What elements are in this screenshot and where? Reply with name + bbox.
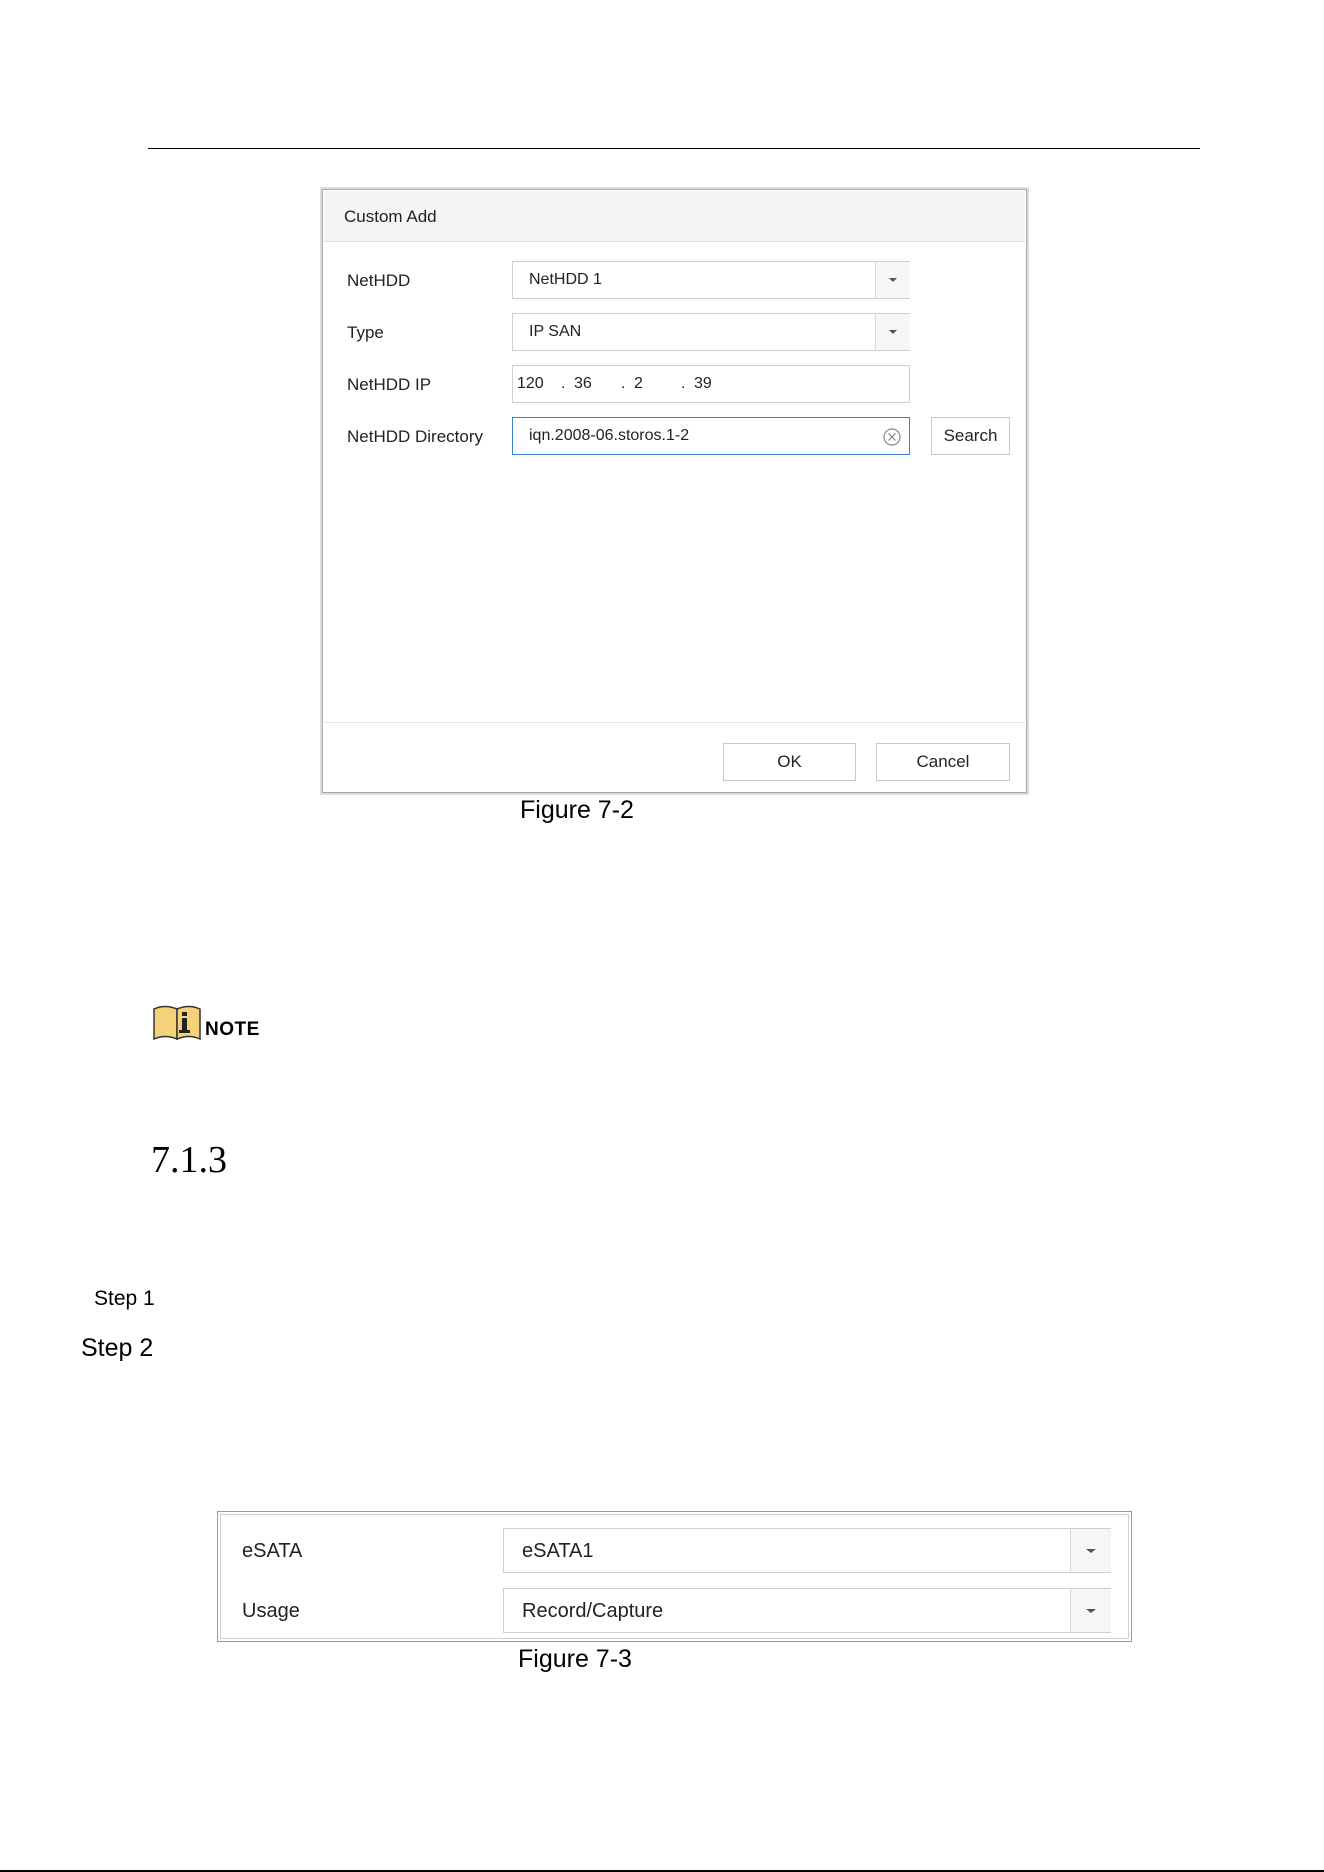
ip-octet-3[interactable]: 2: [634, 375, 643, 393]
type-label: Type: [347, 323, 384, 342]
nethdd-directory-input[interactable]: iqn.2008-06.storos.1-2: [512, 417, 910, 455]
chevron-down-icon: [1086, 1609, 1096, 1613]
usage-select[interactable]: Record/Capture: [503, 1588, 1111, 1633]
chevron-down-icon: [889, 278, 897, 282]
esata-settings-panel: eSATA eSATA1 Usage Record/Capture: [217, 1511, 1132, 1642]
custom-add-dialog: Custom Add NetHDD NetHDD 1 Type IP SAN N…: [322, 189, 1027, 793]
esata-label: eSATA: [242, 1540, 303, 1562]
ip-dot: .: [681, 375, 686, 392]
nethdd-directory-value: iqn.2008-06.storos.1-2: [529, 427, 690, 444]
search-button[interactable]: Search: [931, 417, 1010, 455]
ip-dot: .: [621, 375, 626, 392]
type-dropdown-button[interactable]: [875, 314, 910, 350]
step-1-label: Step 1: [94, 1287, 155, 1310]
nethdd-ip-label: NetHDD IP: [347, 375, 432, 394]
nethdd-select[interactable]: NetHDD 1: [512, 261, 910, 299]
nethdd-select-value: NetHDD 1: [529, 271, 602, 288]
dialog-title: Custom Add: [344, 207, 437, 226]
nethdd-label: NetHDD: [347, 271, 411, 290]
nethdd-directory-label: NetHDD Directory: [347, 427, 484, 446]
usage-dropdown-button[interactable]: [1070, 1589, 1111, 1632]
figure-caption: Figure 7-3: [518, 1645, 632, 1673]
esata-dropdown-button[interactable]: [1070, 1529, 1111, 1572]
type-select-value: IP SAN: [529, 323, 582, 340]
type-select[interactable]: IP SAN: [512, 313, 910, 351]
esata-select-value: eSATA1: [522, 1540, 594, 1562]
dialog-header: Custom Add: [324, 191, 1025, 242]
step-2-label: Step 2: [81, 1334, 154, 1362]
note-book-icon: [153, 1005, 201, 1041]
nethdd-ip-field[interactable]: 120 . 36 . 2 . 39: [512, 365, 910, 403]
section-number: 7.1.3: [151, 1139, 227, 1181]
ip-octet-4[interactable]: 39: [694, 375, 712, 393]
cancel-button[interactable]: Cancel: [876, 743, 1010, 781]
usage-label: Usage: [242, 1600, 300, 1622]
ip-octet-2[interactable]: 36: [574, 375, 592, 393]
header-rule: [148, 148, 1200, 149]
usage-select-value: Record/Capture: [522, 1600, 664, 1622]
clear-icon[interactable]: [883, 428, 901, 446]
chevron-down-icon: [889, 330, 897, 334]
chevron-down-icon: [1086, 1549, 1096, 1553]
ip-dot: .: [561, 375, 566, 392]
ok-button[interactable]: OK: [723, 743, 856, 781]
nethdd-dropdown-button[interactable]: [875, 262, 910, 298]
figure-caption: Figure 7-2: [520, 796, 634, 824]
dialog-footer-divider: [324, 722, 1025, 723]
note-label: NOTE: [205, 1019, 260, 1040]
esata-select[interactable]: eSATA1: [503, 1528, 1111, 1573]
ip-octet-1[interactable]: 120: [517, 375, 544, 393]
